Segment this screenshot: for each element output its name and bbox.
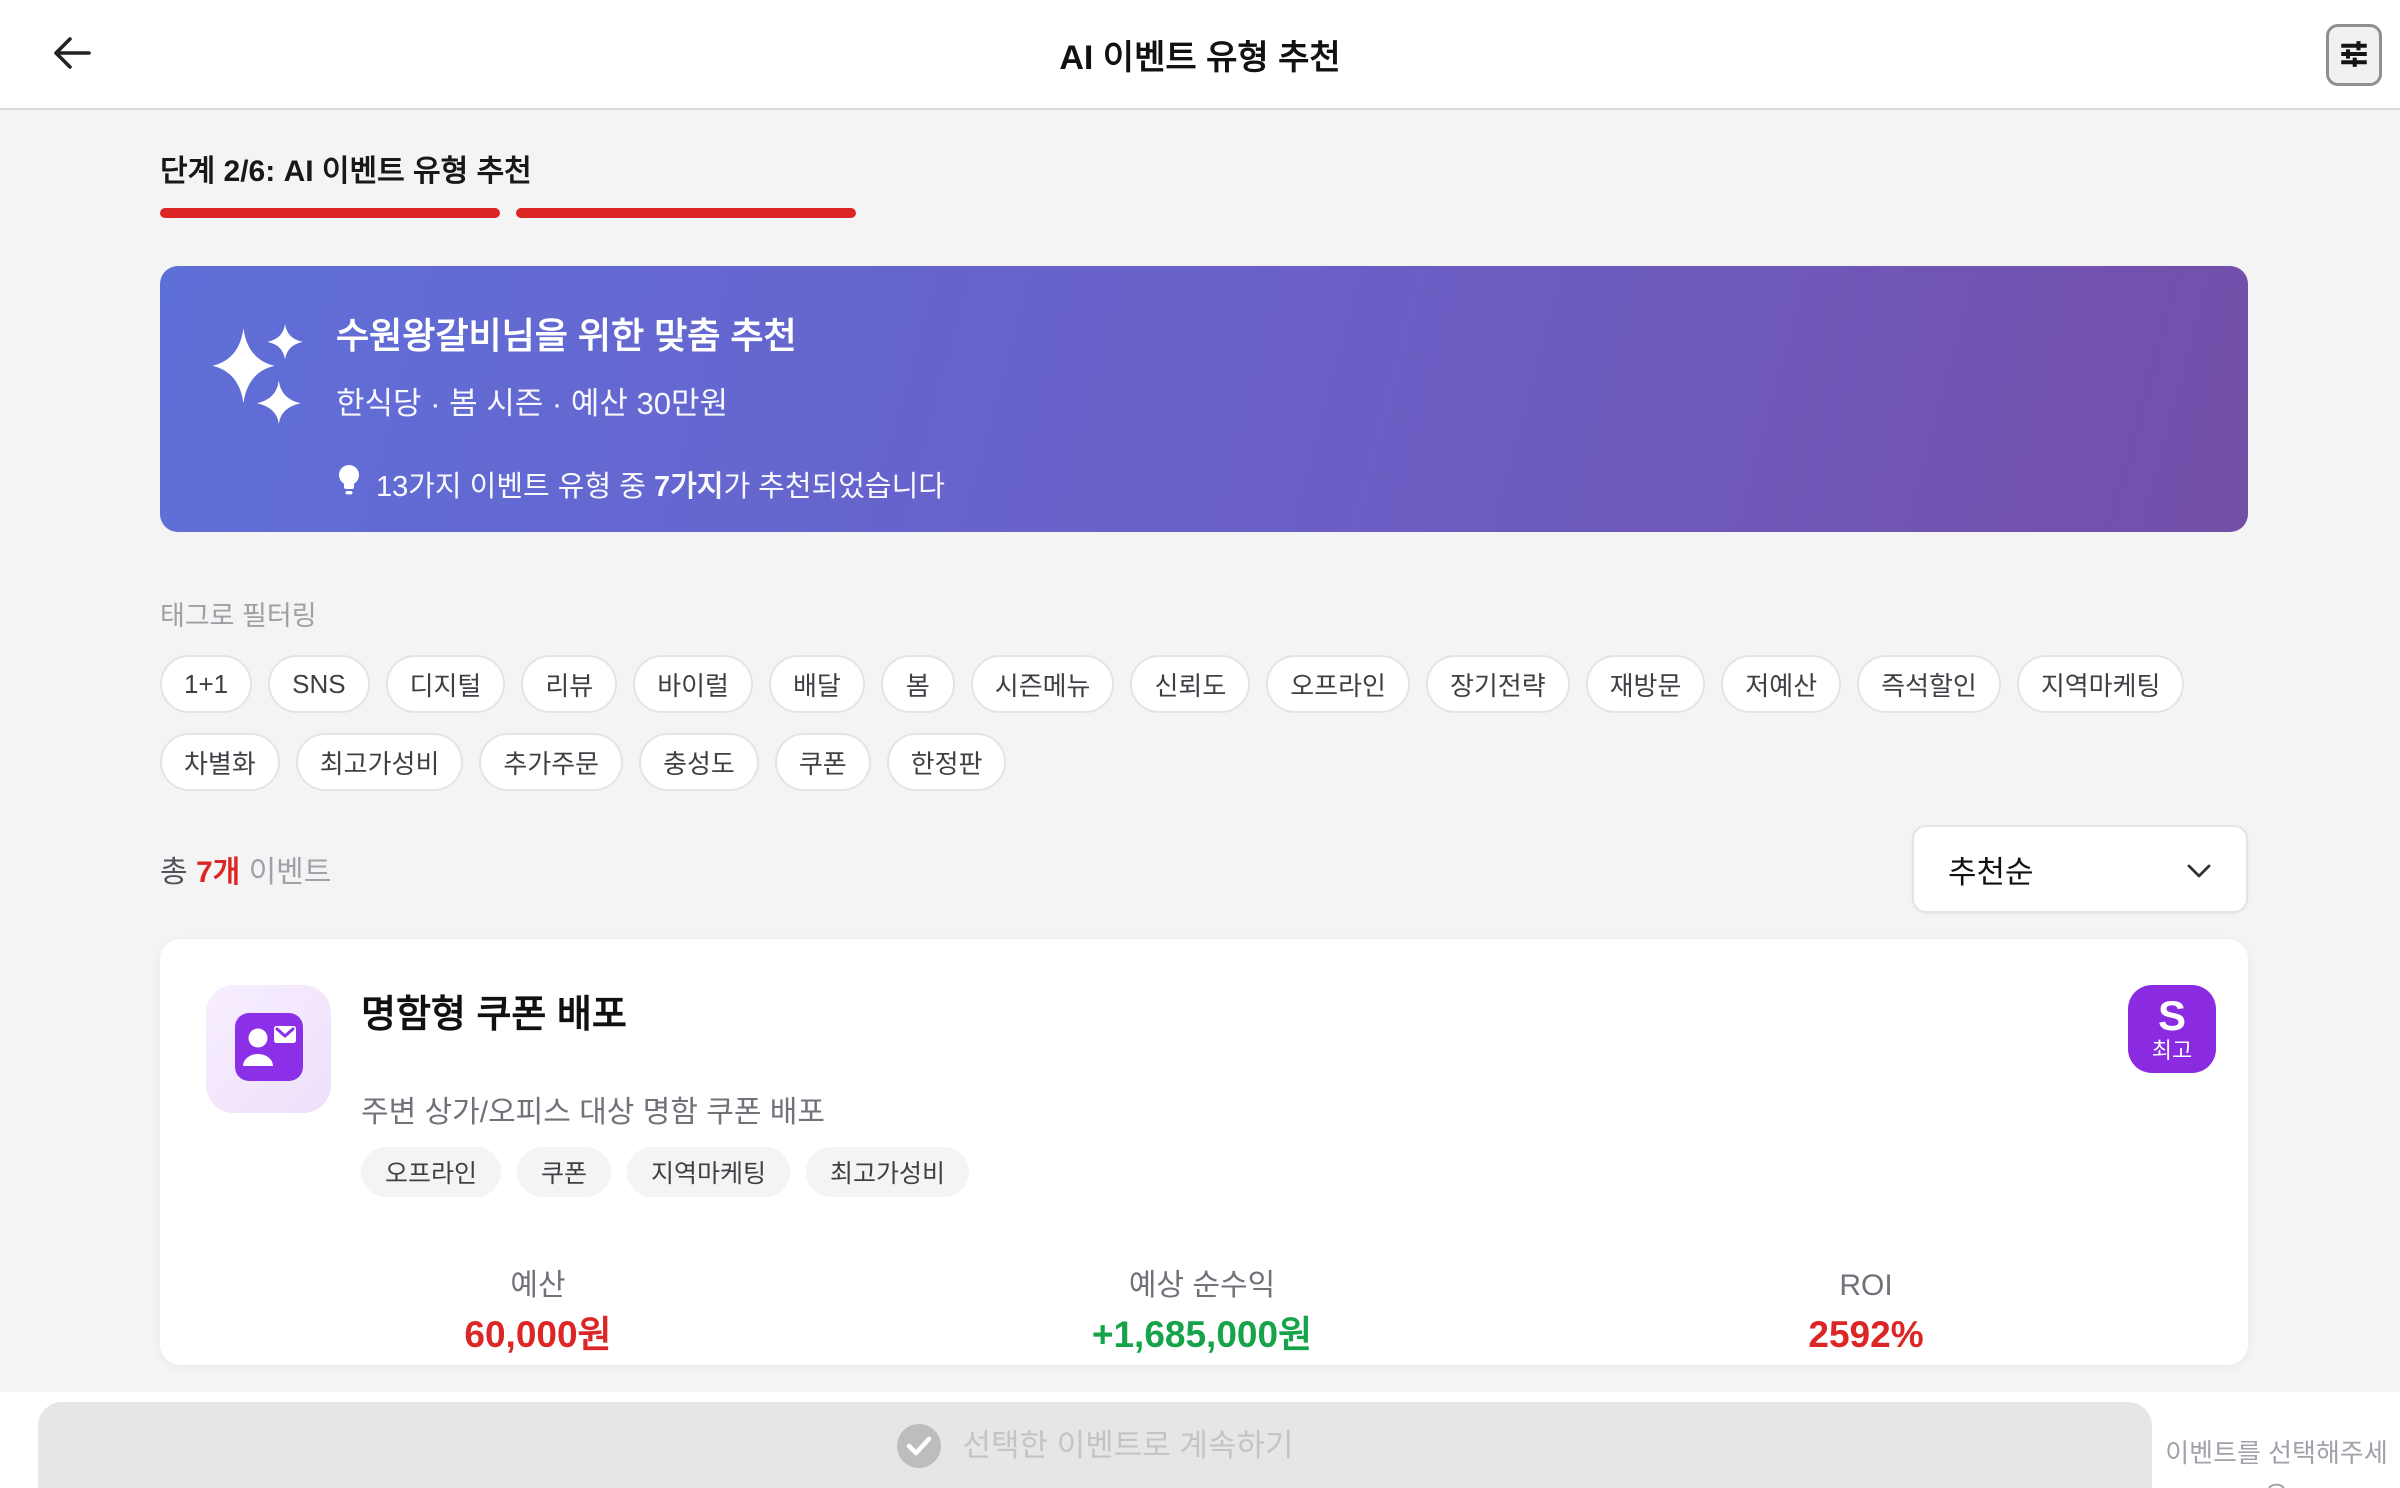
banner-text: 수원왕갈비님을 위한 맞춤 추천 한식당 · 봄 시즌 · 예산 30만원 13… [336, 314, 945, 532]
progress-segment [160, 208, 500, 218]
filter-tag-pill[interactable]: 바이럴 [633, 655, 753, 713]
stat-label: 예산 [510, 1269, 566, 1302]
filter-tag-pill[interactable]: 시즌메뉴 [970, 655, 1115, 713]
stat-column: 예산 60,000원 [206, 1267, 870, 1357]
sort-select[interactable]: 추천순 [1912, 825, 2248, 913]
filter-settings-button[interactable] [2326, 24, 2382, 86]
event-card-top: 명함형 쿠폰 배포 주변 상가/오피스 대상 명함 쿠폰 배포 오프라인 쿠폰 지역… [206, 985, 2198, 1197]
event-stats: 예산 60,000원 예상 순수익 +1,685,000원 ROI 2592% [206, 1267, 2198, 1357]
progress-segment [516, 208, 856, 218]
event-tag: 오프라인 [361, 1147, 502, 1197]
stat-label: 예상 순수익 [1128, 1269, 1276, 1302]
stat-value: 60,000원 [464, 1314, 612, 1355]
grade-caption: 최고 [2151, 1038, 2193, 1063]
results-count: 총 7개 이벤트 [160, 856, 332, 889]
filter-tags: 1+1 SNS 디지털 리뷰 바이럴 배달 봄 시즌메뉴 신뢰도 오프라인 장기전략 재방문 저예산 즉석… [160, 655, 2248, 791]
filter-tag-pill[interactable]: 충성도 [639, 733, 759, 791]
event-card[interactable]: 명함형 쿠폰 배포 주변 상가/오피스 대상 명함 쿠폰 배포 오프라인 쿠폰 지역… [160, 939, 2248, 1365]
chevron-down-icon [2186, 851, 2212, 887]
event-tag: 쿠폰 [517, 1147, 612, 1197]
event-description: 주변 상가/오피스 대상 명함 쿠폰 배포 [361, 1096, 826, 1129]
banner-info-text: 13가지 이벤트 유형 중 7가지가 추천되었습니다 [376, 471, 945, 503]
results-bar: 총 7개 이벤트 추천순 [160, 825, 2248, 913]
continue-button[interactable]: 선택한 이벤트로 계속하기 [38, 1402, 2152, 1488]
event-tags: 오프라인 쿠폰 지역마케팅 최고가성비 [361, 1147, 970, 1197]
filter-tag-pill[interactable]: 디지털 [385, 655, 506, 713]
continue-button-label: 선택한 이벤트로 계속하기 [962, 1428, 1294, 1463]
filter-tag-pill[interactable]: 장기전략 [1425, 655, 1570, 713]
filter-tag-pill[interactable]: 즉석할인 [1857, 655, 2001, 713]
banner-title: 수원왕갈비님을 위한 맞춤 추천 [336, 315, 797, 356]
banner-subtitle: 한식당 · 봄 시즌 · 예산 30만원 [336, 386, 729, 421]
event-tag: 지역마케팅 [627, 1147, 791, 1197]
filter-tag-pill[interactable]: 쿠폰 [774, 733, 871, 791]
filter-tag-pill[interactable]: 한정판 [886, 733, 1007, 791]
stat-column: 예상 순수익 +1,685,000원 [870, 1267, 1534, 1357]
contact-card-icon [234, 1012, 303, 1086]
filter-tag-pill[interactable]: 추가주문 [479, 733, 624, 791]
filter-tag-pill[interactable]: 리뷰 [521, 655, 618, 713]
filter-tag-pill[interactable]: 신뢰도 [1130, 655, 1251, 713]
recommendation-banner: 수원왕갈비님을 위한 맞춤 추천 한식당 · 봄 시즌 · 예산 30만원 13… [160, 266, 2248, 532]
sparkles-icon [206, 320, 310, 424]
filter-tag-pill[interactable]: SNS [268, 655, 370, 713]
banner-info: 13가지 이벤트 유형 중 7가지가 추천되었습니다 [336, 463, 945, 505]
filter-tag-pill[interactable]: 저예산 [1721, 655, 1842, 713]
selection-hint: 이벤트를 선택해주세요 [2165, 1438, 2388, 1488]
arrow-left-icon [49, 30, 95, 79]
filters-label: 태그로 필터링 [160, 601, 317, 631]
check-circle-icon [896, 1424, 941, 1468]
page: AI 이벤트 유형 추천 단계 2/6: AI 이벤트 유형 추천 수원왕갈비님… [0, 0, 2400, 1488]
filter-tag-pill[interactable]: 차별화 [160, 733, 280, 791]
stat-value: 2592% [1808, 1314, 1924, 1355]
grade-badge: S 최고 [2128, 985, 2216, 1073]
filter-tag-pill[interactable]: 지역마케팅 [2016, 655, 2185, 713]
results-count-number: 7개 [195, 856, 241, 889]
filter-tag-pill[interactable]: 최고가성비 [295, 733, 464, 791]
filter-tag-pill[interactable]: 오프라인 [1266, 655, 1410, 713]
stat-column: ROI 2592% [1534, 1267, 2198, 1357]
bottom-bar: 선택한 이벤트로 계속하기 이벤트를 선택해주세요 [0, 1392, 2400, 1488]
progress-bar [160, 208, 2248, 218]
sort-select-value: 추천순 [1948, 854, 2034, 890]
event-card-main: 명함형 쿠폰 배포 주변 상가/오피스 대상 명함 쿠폰 배포 오프라인 쿠폰 지역… [361, 985, 970, 1197]
content: 단계 2/6: AI 이벤트 유형 추천 수원왕갈비님을 위한 맞춤 추천 한식… [160, 110, 2248, 1365]
filter-tag-pill[interactable]: 재방문 [1585, 655, 1706, 713]
event-icon-box [206, 985, 331, 1113]
back-button[interactable] [44, 26, 100, 82]
filter-tag-pill[interactable]: 1+1 [160, 655, 253, 713]
event-title: 명함형 쿠폰 배포 [361, 994, 627, 1036]
stat-label: ROI [1839, 1269, 1893, 1302]
filter-tag-pill[interactable]: 배달 [768, 655, 865, 713]
step-label: 단계 2/6: AI 이벤트 유형 추천 [160, 155, 532, 188]
page-title: AI 이벤트 유형 추천 [1059, 38, 1341, 77]
lightbulb-icon [336, 464, 362, 504]
filter-tag-pill[interactable]: 봄 [880, 655, 955, 713]
event-tag: 최고가성비 [806, 1147, 970, 1197]
header: AI 이벤트 유형 추천 [0, 0, 2400, 110]
grade-letter: S [2157, 992, 2186, 1039]
stat-value: +1,685,000원 [1091, 1314, 1313, 1355]
sliders-tune-icon [2336, 36, 2372, 75]
